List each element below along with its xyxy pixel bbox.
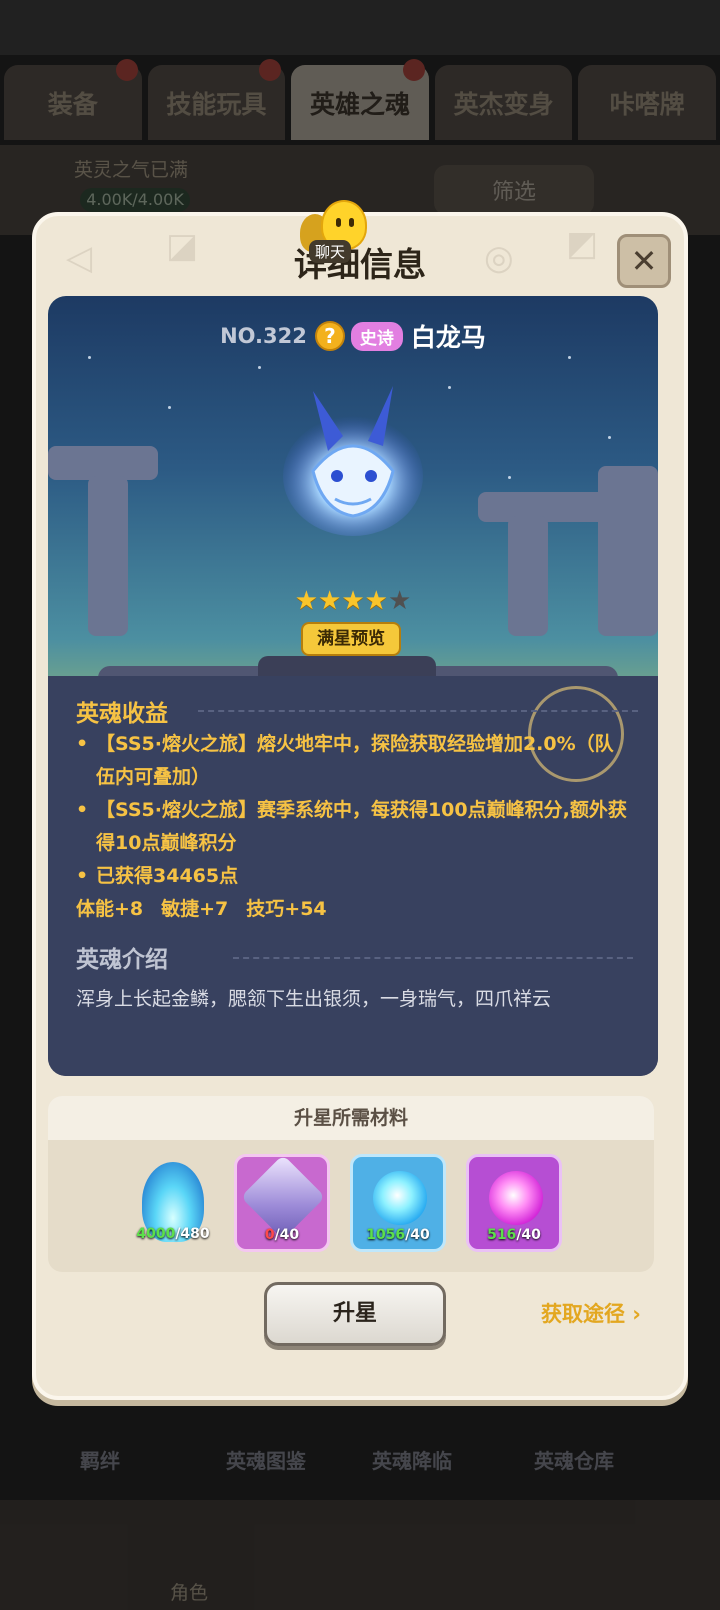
material-need: /40 (274, 1227, 300, 1243)
benefit-item: 【SS5·熔火之旅】赛季系统中，每获得100点巅峰积分,额外获得10点巅峰积分 (76, 794, 630, 860)
tab-label: 英杰变身 (453, 89, 554, 119)
sky-star (568, 356, 571, 359)
soul-full-label: 英灵之气已满 (74, 159, 189, 181)
star-filled-icon: ★ (364, 586, 388, 616)
sky-star (88, 356, 91, 359)
question-icon[interactable]: ? (314, 321, 345, 351)
section-divider (198, 710, 638, 712)
star-filled-icon: ★ (341, 586, 365, 616)
tab-hero-soul[interactable]: 英雄之魂 (291, 59, 429, 140)
materials-panel: 升星所需材料 4000/480 0/40 1056/40 516/40 (48, 1096, 654, 1272)
tab-skill-toys[interactable]: 技能玩具 (147, 59, 286, 140)
material-have: 516 (487, 1227, 517, 1243)
tab-label: 咔嗒牌 (609, 89, 685, 119)
benefit-item: 已获得34465点 (76, 860, 630, 893)
blue-orb-icon (373, 1171, 427, 1225)
notification-dot-icon (402, 59, 425, 81)
upgrade-star-button[interactable]: 升星 (264, 1282, 446, 1346)
sky-star (258, 366, 261, 369)
hero-display-panel: NO.322? 史诗 白龙马 ★★★★★ 满星预览 英魂收益 • 【SS5·熔火… (48, 296, 658, 1076)
material-need: /480 (175, 1226, 210, 1242)
tab-label: 英雄之魂 (309, 89, 410, 119)
tab-hero-transform[interactable]: 英杰变身 (434, 65, 573, 140)
material-count: 516/40 (469, 1227, 559, 1243)
materials-title: 升星所需材料 (48, 1096, 654, 1140)
material-have: 1056 (366, 1227, 406, 1243)
top-status-bar (0, 0, 720, 55)
star-filled-icon: ★ (294, 586, 319, 616)
chat-button[interactable]: 聊天 (295, 200, 379, 280)
material-dragon-crystal[interactable]: 0/40 (234, 1154, 330, 1252)
intro-text: 浑身上长起金鳞，腮颔下生出银须，一身瑞气，四爪祥云 (76, 988, 552, 1010)
pink-orb-icon (489, 1171, 543, 1225)
subtab-soul-summon[interactable]: 英魂降临 (372, 1445, 452, 1474)
attribute-agility: 敏捷+7 (161, 898, 229, 920)
subtab-soul-storage[interactable]: 英魂仓库 (534, 1445, 614, 1474)
stone-pillar (508, 516, 548, 636)
sky-star (508, 476, 511, 479)
nav-item-character[interactable]: 角色 (170, 1578, 208, 1605)
close-icon: ✕ (630, 242, 658, 280)
filter-dropdown[interactable]: 筛选 (434, 165, 594, 215)
hero-name: 白龙马 (410, 323, 486, 352)
obtain-source-link[interactable]: 获取途径 › (541, 1298, 641, 1328)
material-blue-flame[interactable]: 4000/480 (136, 1152, 210, 1248)
star-empty-icon: ★ (387, 586, 412, 616)
stone-slab (48, 446, 158, 480)
tab-card[interactable]: 咔嗒牌 (578, 65, 716, 140)
material-count: 1056/40 (353, 1227, 443, 1243)
sky-star (168, 406, 171, 409)
material-pink-orb[interactable]: 516/40 (466, 1154, 562, 1252)
attribute-skill: 技巧+54 (246, 898, 327, 920)
full-star-preview-button[interactable]: 满星预览 (301, 622, 401, 656)
rarity-badge: 史诗 (350, 321, 403, 351)
hero-number: NO.322 (220, 324, 307, 348)
close-button[interactable]: ✕ (617, 234, 671, 288)
material-count: 0/40 (237, 1227, 327, 1243)
star-rating: ★★★★★ (48, 586, 658, 616)
soul-count: 4.00K/4.00K (80, 188, 190, 212)
white-dragon-soul-icon (283, 386, 423, 536)
notification-dot-icon (115, 59, 138, 81)
subtab-soul-codex[interactable]: 英魂图鉴 (226, 1445, 306, 1474)
attribute-bonuses: 体能+8 敏捷+7 技巧+54 (76, 893, 630, 926)
benefit-item: 【SS5·熔火之旅】熔火地牢中，探险获取经验增加2.0%（队伍内可叠加） (76, 728, 630, 794)
tab-label: 装备 (47, 89, 98, 119)
hero-info-box: 英魂收益 【SS5·熔火之旅】熔火地牢中，探险获取经验增加2.0%（队伍内可叠加… (48, 676, 658, 1076)
bottom-navigation (0, 1500, 720, 1610)
chat-label: 聊天 (309, 240, 352, 263)
attribute-stamina: 体能+8 (76, 898, 144, 920)
section-divider (233, 957, 633, 959)
hero-header: NO.322? 史诗 白龙马 (48, 318, 658, 354)
notification-dot-icon (259, 59, 282, 81)
material-count: 4000/480 (136, 1226, 210, 1242)
source-label: 获取途径 (541, 1302, 625, 1326)
subtab-bond[interactable]: 羁绊 (80, 1445, 120, 1474)
sky-star (608, 436, 611, 439)
material-need: /40 (516, 1227, 541, 1243)
material-need: /40 (405, 1227, 430, 1243)
sky-star (448, 386, 451, 389)
chevron-right-icon: › (625, 1302, 641, 1326)
hero-detail-modal: ◁ ◪ ◎ ◩ 详细信息 ✕ NO.322? 史诗 白龙马 ★★★★★ 满星预览… (32, 212, 688, 1400)
material-have: 0 (264, 1227, 275, 1243)
material-have: 4000 (136, 1226, 176, 1242)
category-tabs: 装备 技能玩具 英雄之魂 英杰变身 咔嗒牌 (0, 59, 720, 140)
tab-equipment[interactable]: 装备 (4, 59, 142, 140)
star-filled-icon: ★ (318, 586, 342, 616)
material-blue-orb[interactable]: 1056/40 (350, 1154, 446, 1252)
tab-label: 技能玩具 (166, 89, 267, 119)
filter-label: 筛选 (491, 180, 536, 205)
